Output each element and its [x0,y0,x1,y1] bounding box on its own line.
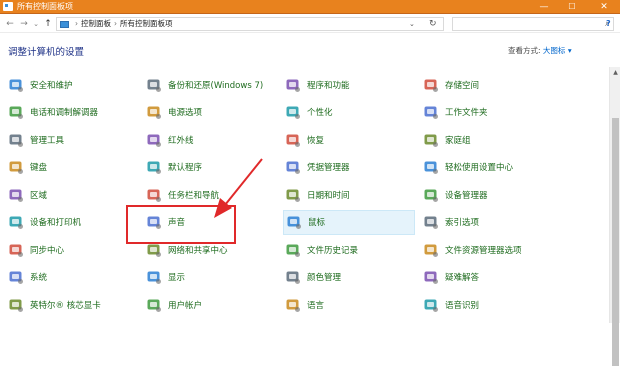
annotation-arrow [214,158,263,218]
